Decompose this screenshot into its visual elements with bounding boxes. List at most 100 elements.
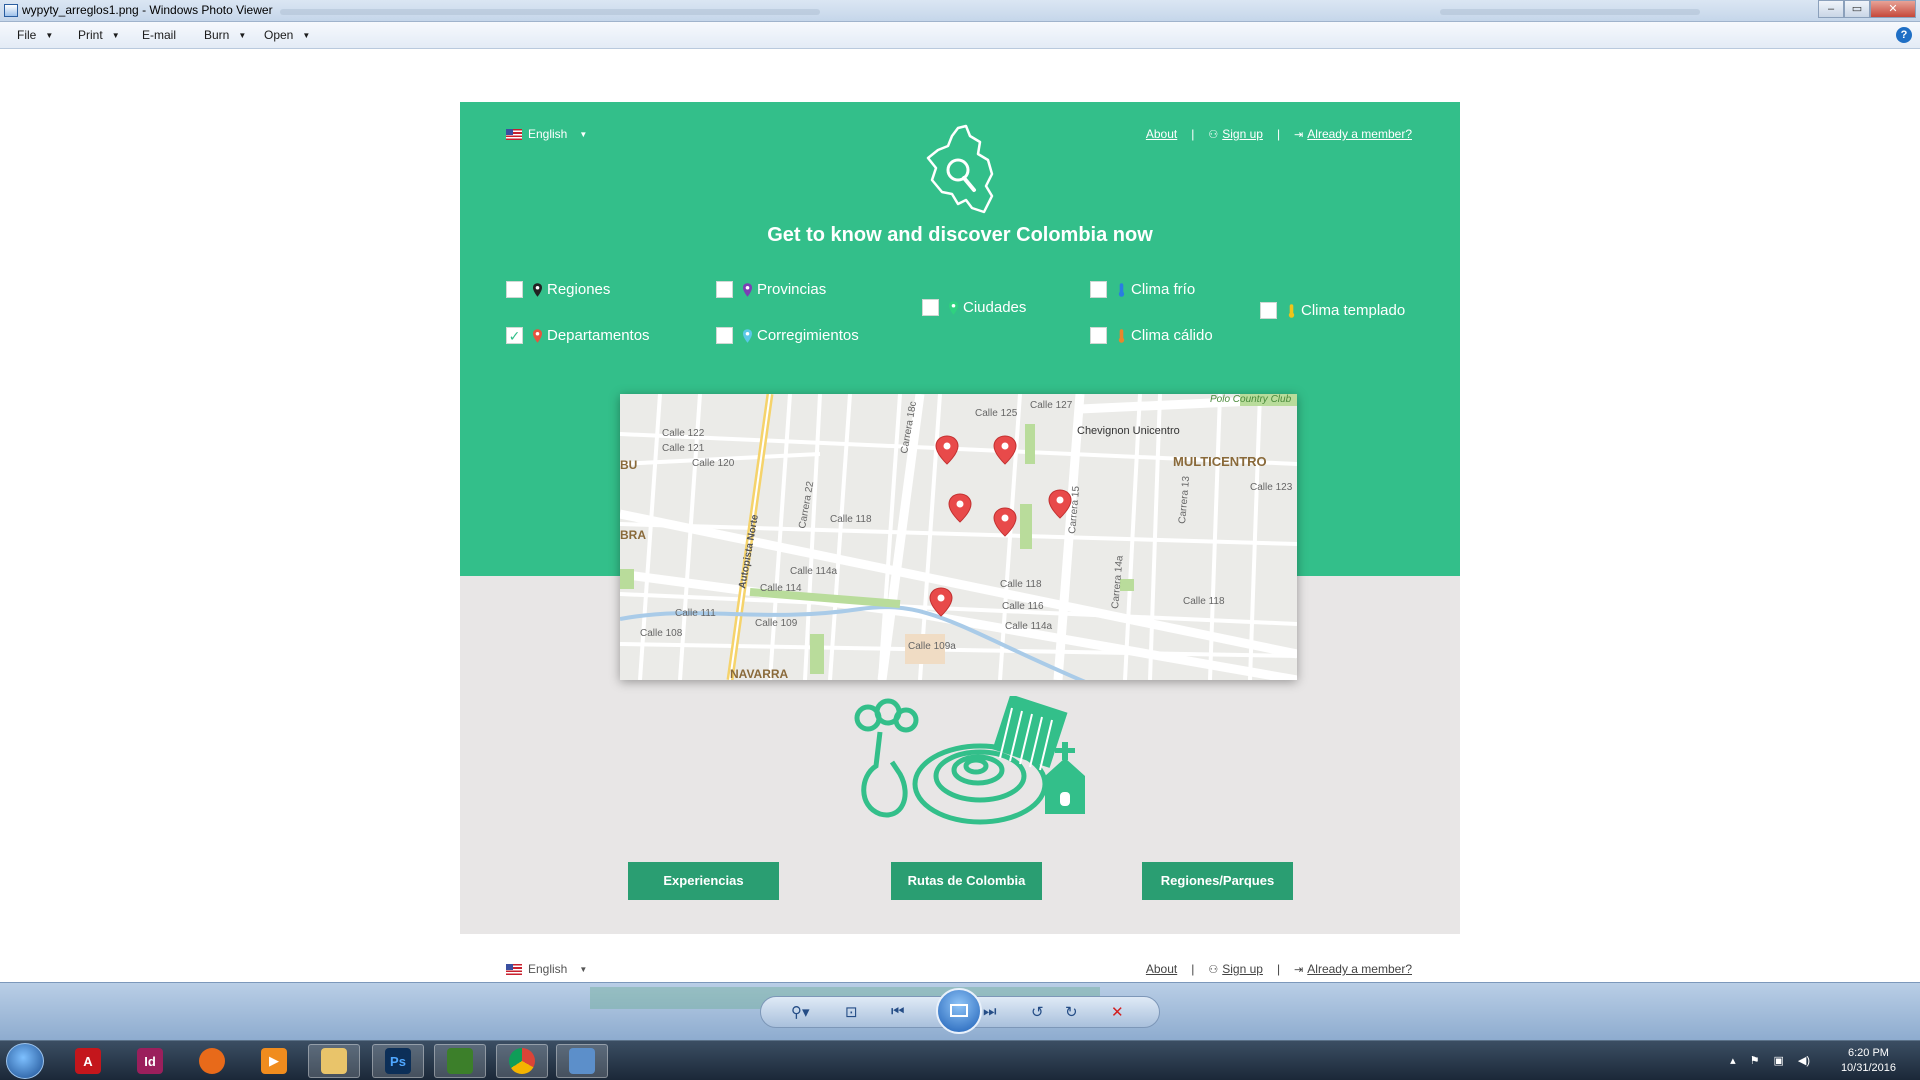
culture-icons-illustration xyxy=(854,696,1085,825)
filter-label: Ciudades xyxy=(963,299,1027,316)
svg-text:Calle 122: Calle 122 xyxy=(662,428,705,439)
clock-date: 10/31/2016 xyxy=(1840,1062,1896,1074)
regiones-parques-button[interactable]: Regiones/Parques xyxy=(1142,862,1293,900)
slideshow-icon xyxy=(950,1004,968,1017)
taskbar-chrome[interactable] xyxy=(496,1044,548,1078)
footer-about-link[interactable]: About xyxy=(1146,962,1177,976)
maximize-button[interactable]: ▭ xyxy=(1844,0,1870,18)
svg-text:Calle 118: Calle 118 xyxy=(1000,579,1042,590)
checkbox[interactable] xyxy=(1260,302,1277,319)
signup-link[interactable]: Sign up xyxy=(1222,127,1263,141)
thermometer-icon xyxy=(1288,303,1295,318)
viewer-toolbar: ⚲▾ ⊡ ⏮ ⏭ ↺ ↻ ✕ xyxy=(0,982,1920,1040)
checkbox[interactable] xyxy=(922,299,939,316)
colombia-map-logo-icon xyxy=(926,124,994,214)
svg-text:BU: BU xyxy=(620,458,637,472)
filter-departamentos[interactable]: ✓ Departamentos xyxy=(506,327,650,344)
zoom-icon[interactable]: ⚲▾ xyxy=(791,1003,810,1021)
rotate-clockwise-icon[interactable]: ↻ xyxy=(1065,1003,1078,1021)
thermometer-icon xyxy=(1118,328,1125,343)
svg-text:Calle 111: Calle 111 xyxy=(675,608,716,619)
actual-size-icon[interactable]: ⊡ xyxy=(845,1003,858,1021)
checkbox[interactable] xyxy=(506,281,523,298)
chevron-down-icon: ▼ xyxy=(111,31,120,40)
window-controls: ‒ ▭ ✕ xyxy=(1818,0,1916,19)
footer-already-member-link[interactable]: Already a member? xyxy=(1307,962,1412,976)
user-add-icon: ⚇ xyxy=(1208,128,1219,141)
svg-text:Calle 123: Calle 123 xyxy=(1250,482,1293,493)
checkbox[interactable] xyxy=(716,281,733,298)
taskbar-firefox[interactable] xyxy=(186,1044,238,1078)
taskbar-media-player[interactable]: ▶ xyxy=(248,1044,300,1078)
filter-clima-templado[interactable]: Clima templado xyxy=(1260,302,1405,319)
menu-file[interactable]: File ▼ xyxy=(17,28,53,42)
svg-text:NAVARRA: NAVARRA xyxy=(730,667,789,680)
filter-ciudades[interactable]: Ciudades xyxy=(922,299,1026,316)
checkbox-checked[interactable]: ✓ xyxy=(506,327,523,344)
checkbox[interactable] xyxy=(716,327,733,344)
minimize-button[interactable]: ‒ xyxy=(1818,0,1844,18)
about-link[interactable]: About xyxy=(1146,127,1177,141)
show-hidden-icons-icon[interactable]: ▴ xyxy=(1730,1054,1736,1067)
close-window-button[interactable]: ✕ xyxy=(1870,0,1916,18)
system-clock[interactable]: 6:20 PM 10/31/2016 xyxy=(1841,1046,1896,1076)
taskbar-project[interactable] xyxy=(434,1044,486,1078)
filter-label: Provincias xyxy=(757,281,827,298)
footer-language-selector[interactable]: English ▼ xyxy=(506,962,587,976)
already-member-link[interactable]: Already a member? xyxy=(1307,127,1412,141)
slideshow-button[interactable] xyxy=(936,988,982,1034)
svg-text:Calle 114a: Calle 114a xyxy=(790,566,838,577)
system-tray: ▴ ⚑ ▣ ◀) xyxy=(1730,1054,1810,1067)
location-pin-icon xyxy=(743,282,752,297)
rotate-counterclockwise-icon[interactable]: ↺ xyxy=(1031,1003,1044,1021)
start-button[interactable] xyxy=(6,1043,44,1079)
filter-clima-calido[interactable]: Clima cálido xyxy=(1090,327,1213,344)
taskbar-indesign[interactable]: Id xyxy=(124,1044,176,1078)
website-mockup: English ▼ About | ⚇ Sign up | ⇥ Already … xyxy=(460,102,1460,1030)
street-map[interactable]: Calle 127 Calle 125 Calle 122 Calle 121 Cal… xyxy=(620,394,1297,680)
experiencias-button[interactable]: Experiencias xyxy=(628,862,779,900)
chevron-down-icon: ▼ xyxy=(302,31,311,40)
filter-provincias[interactable]: Provincias xyxy=(716,281,826,298)
us-flag-icon xyxy=(506,128,522,140)
volume-icon[interactable]: ◀) xyxy=(1798,1054,1810,1067)
chevron-down-icon: ▼ xyxy=(579,129,588,139)
menu-email[interactable]: E-mail xyxy=(142,28,176,42)
delete-icon[interactable]: ✕ xyxy=(1111,1003,1124,1021)
menu-print[interactable]: Print ▼ xyxy=(78,28,120,42)
svg-text:Calle 114: Calle 114 xyxy=(760,583,802,594)
footer-signup-link[interactable]: Sign up xyxy=(1222,962,1263,976)
filter-label: Regiones xyxy=(547,281,611,298)
filter-corregimientos[interactable]: Corregimientos xyxy=(716,327,859,344)
svg-text:Chevignon Unicentro: Chevignon Unicentro xyxy=(1077,425,1180,437)
nav-separator: | xyxy=(1276,127,1281,141)
checkbox[interactable] xyxy=(1090,281,1107,298)
svg-text:Calle 108: Calle 108 xyxy=(640,628,683,639)
help-icon[interactable]: ? xyxy=(1896,27,1912,43)
action-center-icon[interactable]: ⚑ xyxy=(1750,1054,1760,1067)
language-selector[interactable]: English ▼ xyxy=(506,127,587,141)
taskbar-explorer[interactable] xyxy=(308,1044,360,1078)
footer-nav: About | ⚇ Sign up | ⇥ Already a member? xyxy=(1146,962,1412,976)
checkbox[interactable] xyxy=(1090,327,1107,344)
taskbar-photoshop[interactable]: Ps xyxy=(372,1044,424,1078)
filter-regiones[interactable]: Regiones xyxy=(506,281,610,298)
previous-icon[interactable]: ⏮ xyxy=(891,1003,905,1020)
titlebar-ghost-right xyxy=(1440,9,1700,15)
taskbar-photo-viewer[interactable] xyxy=(556,1044,608,1078)
svg-text:Calle 127: Calle 127 xyxy=(1030,400,1073,411)
us-flag-icon xyxy=(506,963,522,975)
taskbar: A Id ▶ Ps ▴ ⚑ ▣ ◀) 6:20 PM 10/31/2016 xyxy=(0,1040,1920,1080)
taskbar-acrobat[interactable]: A xyxy=(62,1044,114,1078)
indesign-icon: Id xyxy=(137,1048,163,1074)
svg-text:Calle 125: Calle 125 xyxy=(975,408,1018,419)
rutas-de-colombia-button[interactable]: Rutas de Colombia xyxy=(891,862,1042,900)
top-nav: About | ⚇ Sign up | ⇥ Already a member? xyxy=(1146,127,1412,141)
menu-open[interactable]: Open ▼ xyxy=(264,28,310,42)
menu-burn[interactable]: Burn ▼ xyxy=(204,28,246,42)
next-icon[interactable]: ⏭ xyxy=(983,1003,997,1020)
login-icon: ⇥ xyxy=(1294,128,1304,141)
filter-label: Clima cálido xyxy=(1131,327,1213,344)
filter-clima-frio[interactable]: Clima frío xyxy=(1090,281,1195,298)
network-icon[interactable]: ▣ xyxy=(1773,1054,1783,1067)
